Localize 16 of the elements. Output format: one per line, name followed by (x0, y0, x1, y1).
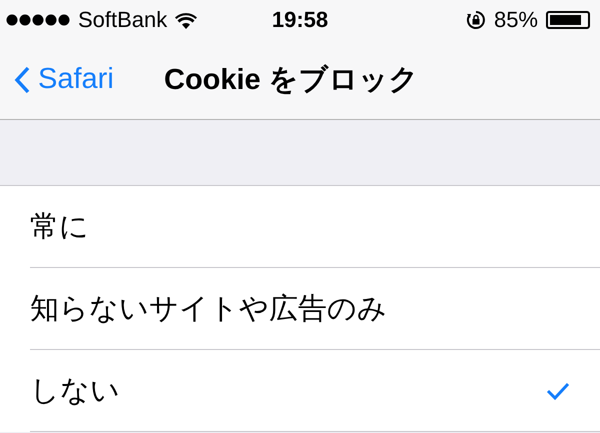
option-label: しない (30, 374, 120, 408)
chevron-icon (14, 66, 30, 94)
battery-icon (546, 11, 590, 29)
rotation-lock-icon (466, 10, 486, 30)
battery-percent: 85% (494, 7, 538, 33)
page-title: Cookie をブロック (164, 62, 419, 98)
carrier-name: SoftBank (78, 7, 168, 33)
clock-time: 19:58 (272, 7, 328, 33)
option-row[interactable]: 知らないサイトや広告のみ (30, 268, 600, 350)
back-button[interactable]: Safari (0, 63, 150, 96)
option-label: 常に (30, 210, 89, 244)
option-row[interactable]: しない (30, 350, 600, 432)
option-label: 知らないサイトや広告のみ (30, 292, 387, 326)
option-row[interactable]: 常に (30, 186, 600, 268)
wifi-icon (175, 12, 198, 28)
signal-icon (6, 14, 70, 26)
